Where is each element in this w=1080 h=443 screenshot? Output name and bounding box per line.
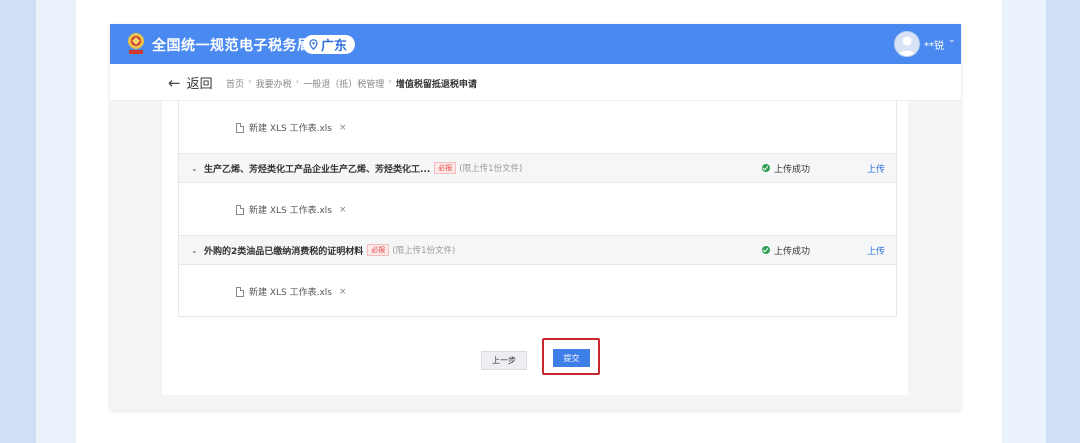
breadcrumb-tax-services[interactable]: 我要办税 [256, 77, 292, 90]
upload-status: 上传成功 [762, 162, 810, 175]
file-row: 新建 XLS 工作表.xls × [179, 107, 896, 148]
breadcrumb-current: 增值税留抵退税申请 [395, 80, 477, 90]
upload-limit-note: (限上传1份文件) [392, 246, 456, 256]
breadcrumb-home[interactable]: 首页 [226, 77, 244, 90]
file-row: 新建 XLS 工作表.xls × [179, 271, 896, 312]
file-row: 新建 XLS 工作表.xls × [179, 189, 896, 230]
status-label: 上传成功 [774, 164, 811, 175]
main-content: 新建 XLS 工作表.xls × ⌄ 生产乙烯、芳烃类化工产品企业生产乙烯、芳烃… [162, 101, 908, 395]
user-avatar[interactable] [894, 31, 920, 57]
back-label: 返回 [186, 77, 213, 92]
upload-link[interactable]: 上传 [867, 162, 885, 175]
document-icon [236, 204, 244, 215]
attachment-category-row[interactable]: ⌄ 生产乙烯、芳烃类化工产品企业生产乙烯、芳烃类化工... 必报 (限上传1份文… [179, 153, 896, 183]
breadcrumb-refund-management[interactable]: 一般退（抵）税管理 [303, 77, 384, 90]
remove-file-icon[interactable]: × [339, 287, 347, 297]
upload-link[interactable]: 上传 [867, 244, 885, 257]
browser-window: 全国统一规范电子税务局 广东 **锐 ⌄ ← 返回 首页 › 我要办税 › 一般… [110, 24, 961, 410]
upload-status: 上传成功 [762, 244, 810, 257]
background-band-left [0, 0, 36, 443]
background-band-right-inner [1002, 0, 1046, 443]
breadcrumb-separator: › [388, 77, 392, 87]
required-badge: 必报 [367, 244, 390, 256]
location-pin-icon [309, 39, 318, 50]
user-name[interactable]: **锐 [924, 37, 944, 52]
status-label: 上传成功 [774, 246, 811, 257]
remove-file-icon[interactable]: × [339, 205, 347, 215]
file-name[interactable]: 新建 XLS 工作表.xls [249, 121, 332, 134]
tax-emblem-icon [128, 33, 144, 54]
arrow-left-icon: ← [168, 73, 181, 92]
user-icon [898, 36, 916, 56]
top-header-bar: 全国统一规范电子税务局 广东 **锐 ⌄ [110, 24, 961, 64]
previous-step-button[interactable]: 上一步 [481, 351, 527, 370]
required-badge: 必报 [434, 162, 457, 174]
upload-limit-note: (限上传1份文件) [459, 164, 523, 174]
breadcrumb-separator: › [248, 77, 252, 87]
category-title: 外购的2类油品已缴纳消费税的证明材料 [204, 246, 364, 257]
breadcrumb: 首页 › 我要办税 › 一般退（抵）税管理 › 增值税留抵退税申请 [226, 77, 477, 90]
chevron-down-icon[interactable]: ⌄ [191, 164, 201, 173]
attachment-category-row[interactable]: ⌄ 外购的2类油品已缴纳消费税的证明材料 必报 (限上传1份文件) 上传成功 上… [179, 235, 896, 265]
file-name[interactable]: 新建 XLS 工作表.xls [249, 285, 332, 298]
app-title: 全国统一规范电子税务局 [152, 38, 312, 54]
document-icon [236, 286, 244, 297]
chevron-down-icon[interactable]: ⌄ [948, 35, 956, 45]
background-band-left-inner [36, 0, 76, 443]
region-selector[interactable]: 广东 [303, 35, 356, 54]
category-title: 生产乙烯、芳烃类化工产品企业生产乙烯、芳烃类化工... [204, 164, 431, 175]
breadcrumb-separator: › [295, 77, 300, 87]
file-name[interactable]: 新建 XLS 工作表.xls [249, 203, 332, 216]
back-button[interactable]: ← 返回 [168, 73, 213, 93]
submit-button[interactable]: 提交 [553, 349, 590, 367]
background-band-right [1046, 0, 1080, 443]
attachment-table: 新建 XLS 工作表.xls × ⌄ 生产乙烯、芳烃类化工产品企业生产乙烯、芳烃… [178, 101, 897, 317]
region-label: 广东 [321, 39, 348, 54]
remove-file-icon[interactable]: × [339, 123, 347, 133]
breadcrumb-bar: ← 返回 首页 › 我要办税 › 一般退（抵）税管理 › 增值税留抵退税申请 [110, 64, 961, 101]
check-circle-icon [762, 164, 770, 172]
chevron-down-icon[interactable]: ⌄ [191, 246, 201, 255]
document-icon [236, 122, 244, 133]
check-circle-icon [762, 246, 770, 254]
